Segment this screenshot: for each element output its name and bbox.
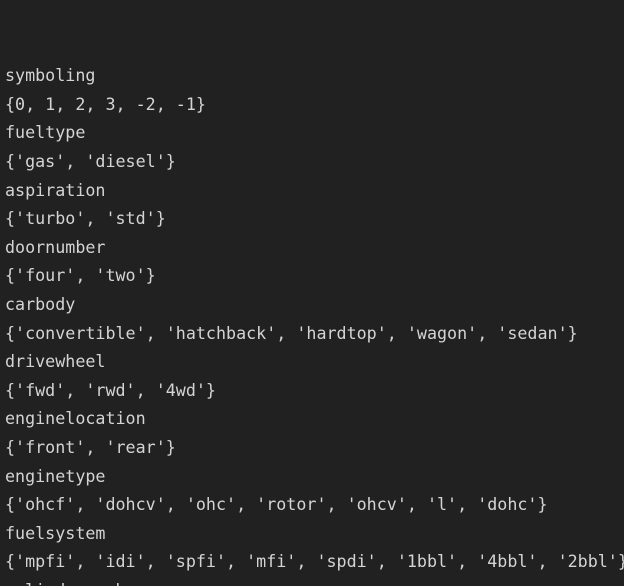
column-name-line: doornumber [5,236,106,257]
column-name-line: enginetype [5,465,106,486]
column-values-line: {'four', 'two'} [5,265,156,286]
column-values-line: {'fwd', 'rwd', '4wd'} [5,379,216,400]
column-values-line: {'front', 'rear'} [5,436,176,457]
column-values-line: {'turbo', 'std'} [5,208,166,229]
column-name-line: fueltype [5,122,86,143]
column-values-line: {'ohcf', 'dohcv', 'ohc', 'rotor', 'ohcv'… [5,494,548,515]
column-name-line: fuelsystem [5,522,106,543]
column-name-line: cylindernumber [5,576,624,586]
column-name-line: symboling [5,65,96,86]
terminal-output-pane[interactable]: symboling {0, 1, 2, 3, -2, -1} fueltype {'g… [0,0,624,586]
column-values-line: {'gas', 'diesel'} [5,150,176,171]
column-name-line: drivewheel [5,351,106,372]
column-values-line: {'convertible', 'hatchback', 'hardtop', … [5,322,578,343]
column-values-line: {'mpfi', 'idi', 'spfi', 'mfi', 'spdi', '… [5,551,624,572]
column-name-line: aspiration [5,179,106,200]
column-name-line: enginelocation [5,408,146,429]
column-values-line: {0, 1, 2, 3, -2, -1} [5,93,206,114]
column-name-line: carbody [5,293,76,314]
